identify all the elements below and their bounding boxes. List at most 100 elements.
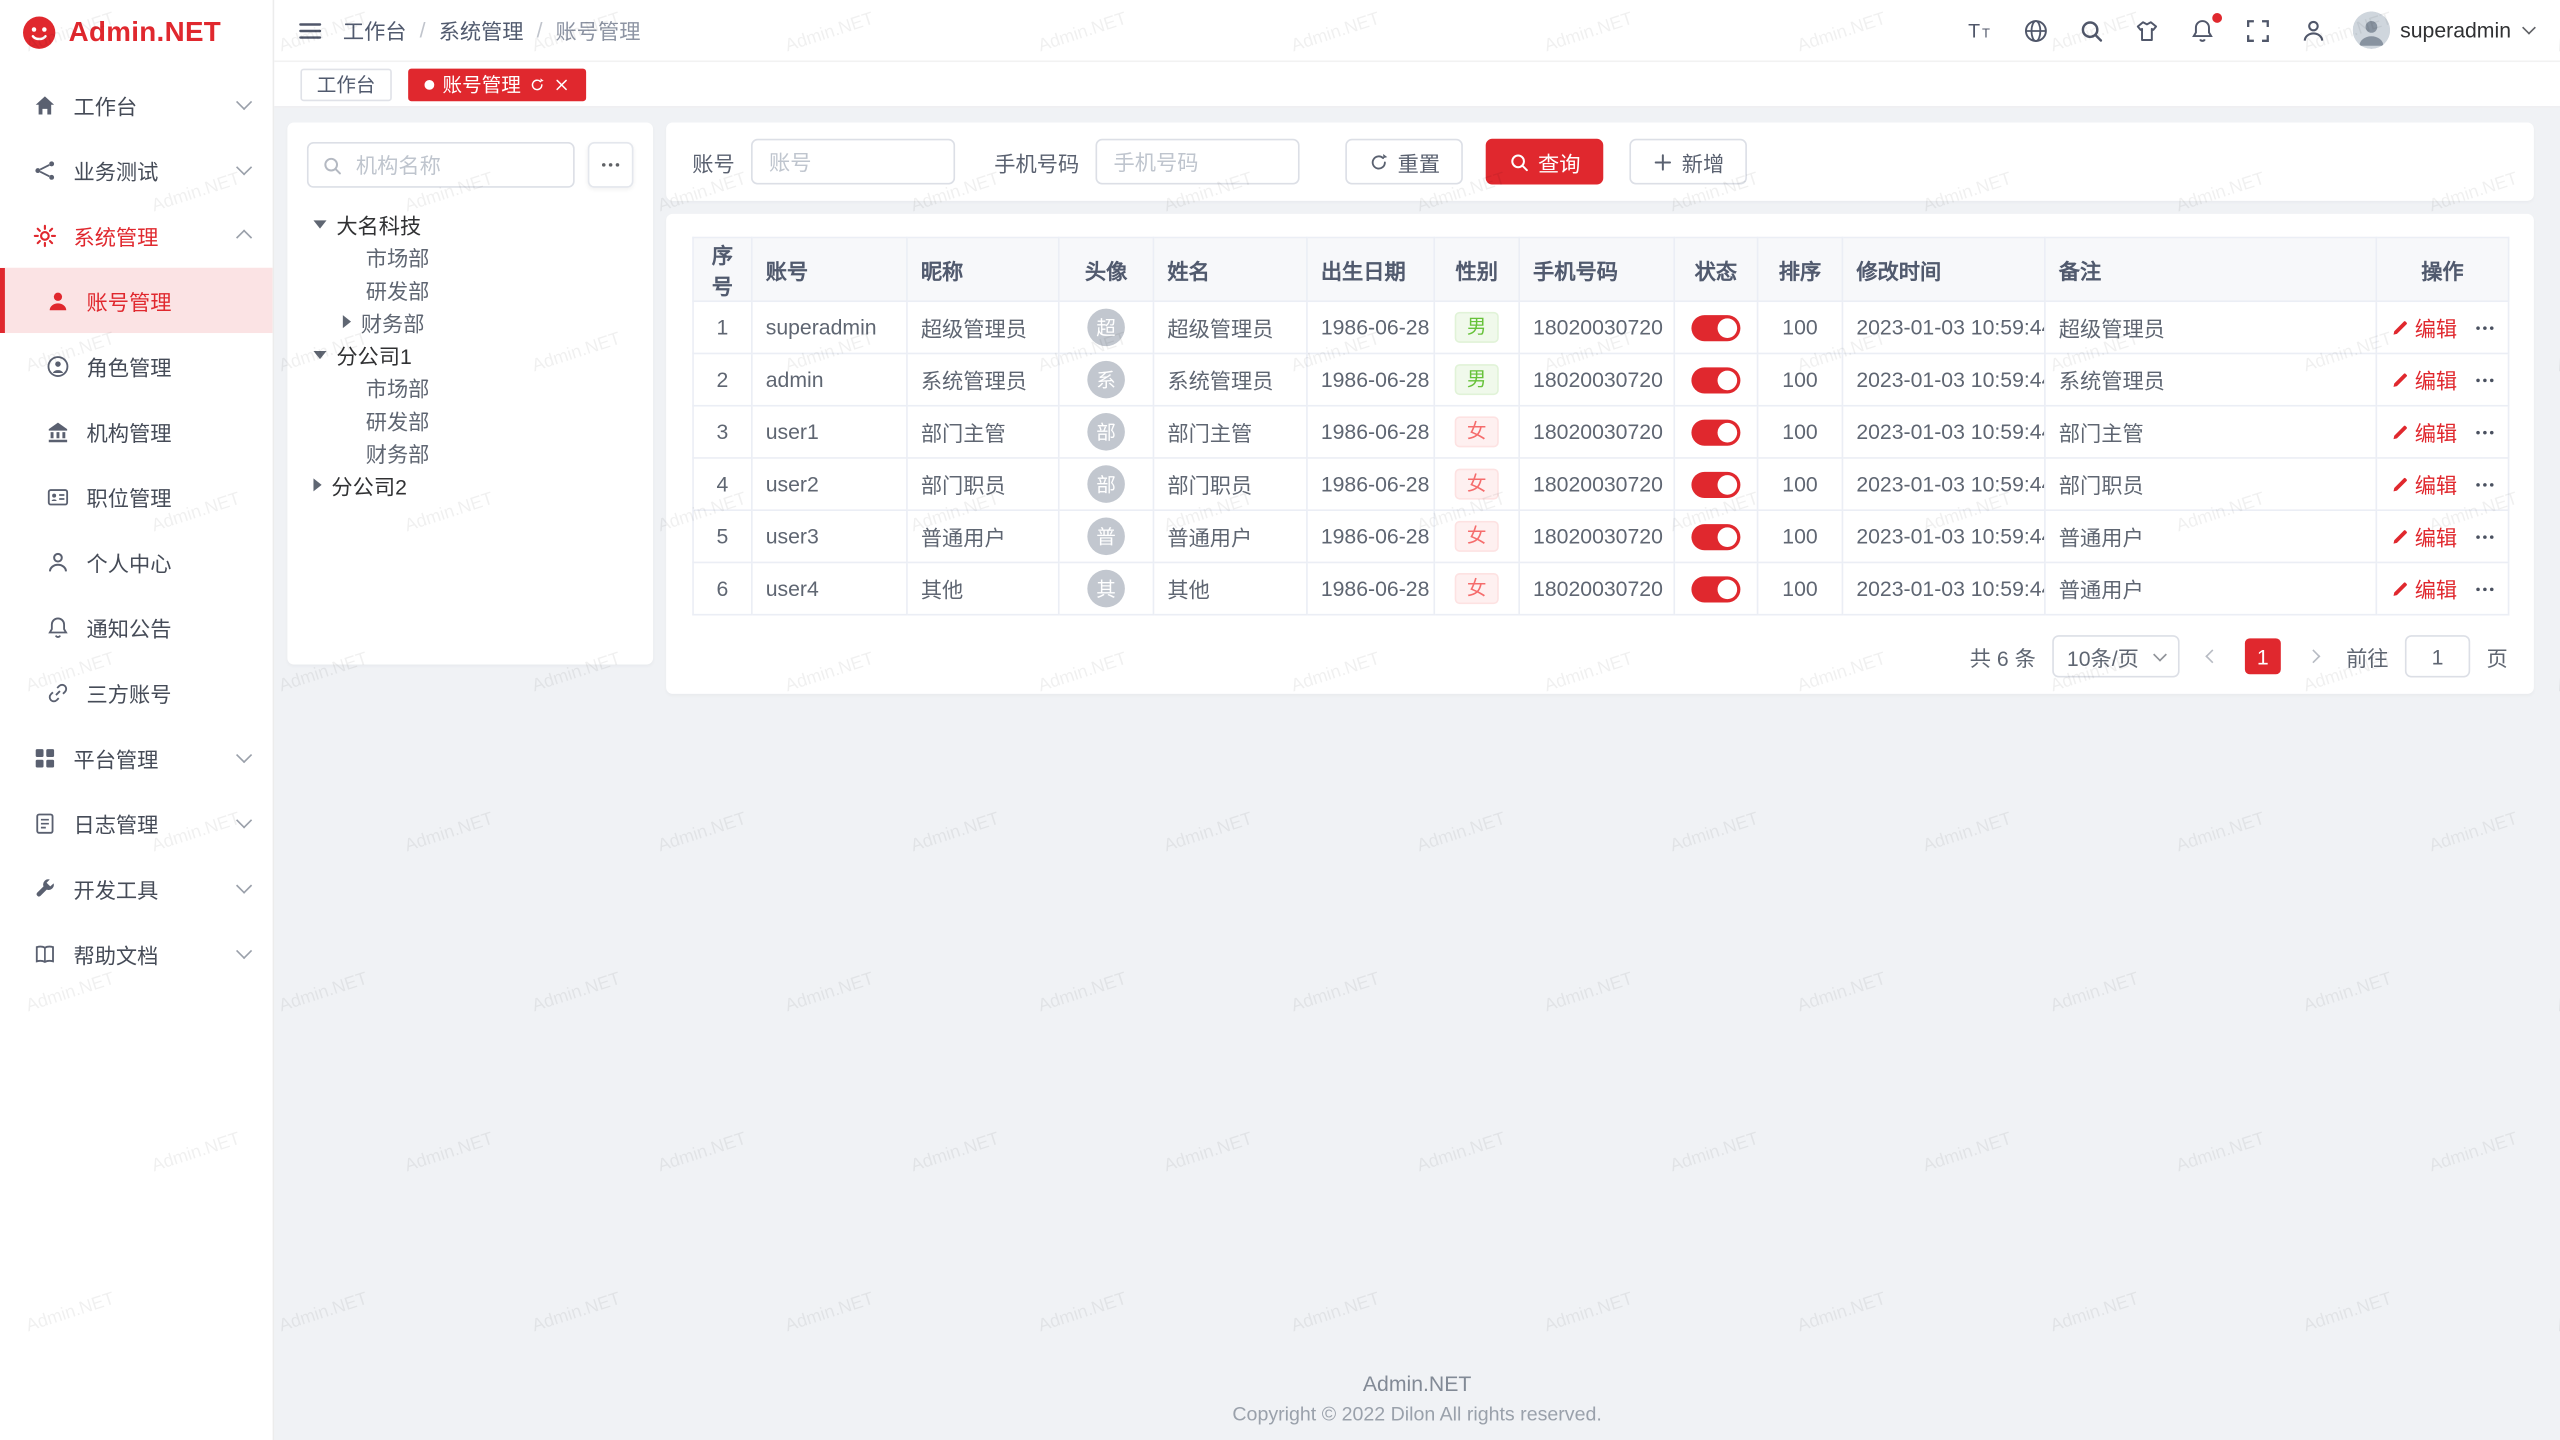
tree-caret-icon[interactable] xyxy=(313,350,326,358)
edit-button[interactable]: 编辑 xyxy=(2390,469,2457,500)
org-panel: 大名科技市场部研发部财务部分公司1市场部研发部财务部分公司2 xyxy=(287,122,653,664)
tree-node-label: 财务部 xyxy=(366,437,430,468)
sidebar-item-help-docs[interactable]: 帮助文档 xyxy=(0,921,273,986)
edit-button[interactable]: 编辑 xyxy=(2390,364,2457,395)
tree-node[interactable]: 市场部 xyxy=(307,371,634,404)
cell-birth: 1986-06-28 xyxy=(1307,406,1434,458)
cell-no: 4 xyxy=(693,458,752,510)
sidebar-item-business-test[interactable]: 业务测试 xyxy=(0,137,273,202)
tab-account-management[interactable]: 账号管理 xyxy=(408,68,586,101)
user-menu[interactable]: superadmin xyxy=(2353,11,2534,49)
tree-node[interactable]: 研发部 xyxy=(307,403,634,436)
page-size-select[interactable]: 10条/页 xyxy=(2052,635,2179,677)
row-more-icon[interactable] xyxy=(2473,368,2496,391)
tree-node[interactable]: 市场部 xyxy=(307,240,634,273)
notice-icon xyxy=(46,615,70,639)
cell-no: 5 xyxy=(693,510,752,562)
refresh-icon[interactable] xyxy=(529,76,545,92)
org-more-button[interactable] xyxy=(588,142,634,188)
search-icon xyxy=(1509,151,1530,172)
tree-node[interactable]: 大名科技 xyxy=(307,207,634,240)
org-search-input[interactable] xyxy=(353,151,560,179)
breadcrumb-item[interactable]: 工作台 xyxy=(343,15,407,46)
cell-remark: 超级管理员 xyxy=(2045,301,2376,353)
status-toggle[interactable] xyxy=(1691,315,1740,341)
org-search-box xyxy=(307,142,575,188)
page-button-1[interactable]: 1 xyxy=(2245,638,2281,674)
sidebar-item-account-management[interactable]: 账号管理 xyxy=(0,268,273,333)
sidebar-item-third-party-account[interactable]: 三方账号 xyxy=(0,660,273,725)
edit-button[interactable]: 编辑 xyxy=(2390,416,2457,447)
cell-status xyxy=(1674,406,1757,458)
tree-node[interactable]: 财务部 xyxy=(307,436,634,469)
close-icon[interactable] xyxy=(554,76,570,92)
gender-badge: 女 xyxy=(1455,573,1497,604)
tree-node[interactable]: 分公司1 xyxy=(307,338,634,371)
cell-order: 100 xyxy=(1758,301,1843,353)
sidebar-item-notice-announcement[interactable]: 通知公告 xyxy=(0,594,273,659)
cell-remark: 普通用户 xyxy=(2045,562,2376,614)
user-icon[interactable] xyxy=(2301,17,2327,43)
row-more-icon[interactable] xyxy=(2473,525,2496,548)
cell-no: 2 xyxy=(693,353,752,405)
tree-node[interactable]: 分公司2 xyxy=(307,469,634,502)
pagination: 共 6 条 10条/页 1 前往 页 xyxy=(692,635,2508,677)
cell-account: admin xyxy=(752,353,907,405)
prev-page-button[interactable] xyxy=(2196,638,2229,674)
breadcrumb-item[interactable]: 系统管理 xyxy=(439,15,524,46)
breadcrumb-separator: / xyxy=(420,18,426,42)
next-page-button[interactable] xyxy=(2297,638,2330,674)
goto-page-input[interactable] xyxy=(2405,635,2470,677)
status-toggle[interactable] xyxy=(1691,367,1740,393)
sidebar-item-role-management[interactable]: 角色管理 xyxy=(0,333,273,398)
font-size-icon[interactable]: TT xyxy=(1967,17,1993,43)
status-toggle[interactable] xyxy=(1691,471,1740,497)
sidebar-item-personal-center[interactable]: 个人中心 xyxy=(0,529,273,594)
tree-caret-icon[interactable] xyxy=(313,220,326,228)
tree-caret-icon[interactable] xyxy=(313,478,321,491)
row-more-icon[interactable] xyxy=(2473,316,2496,339)
search-icon[interactable] xyxy=(2078,17,2104,43)
tree-node-label: 大名科技 xyxy=(336,208,421,239)
sidebar-item-platform-management[interactable]: 平台管理 xyxy=(0,725,273,790)
menu-collapse-icon[interactable] xyxy=(297,17,323,43)
column-header: 状态 xyxy=(1674,238,1757,302)
header-icons: TT xyxy=(1967,17,2326,43)
cell-no: 6 xyxy=(693,562,752,614)
app-root: Admin.NETAdmin.NETAdmin.NETAdmin.NETAdmi… xyxy=(0,0,2560,1440)
fullscreen-icon[interactable] xyxy=(2245,17,2271,43)
cell-no: 3 xyxy=(693,406,752,458)
edit-button[interactable]: 编辑 xyxy=(2390,573,2457,604)
row-more-icon[interactable] xyxy=(2473,473,2496,496)
sidebar-item-org-management[interactable]: 机构管理 xyxy=(0,398,273,463)
edit-button[interactable]: 编辑 xyxy=(2390,521,2457,552)
content-column: 账号 手机号码 重置 查询 xyxy=(666,122,2534,693)
cell-order: 100 xyxy=(1758,406,1843,458)
cell-avatar: 系 xyxy=(1059,353,1154,405)
cell-name: 系统管理员 xyxy=(1153,353,1306,405)
edit-button[interactable]: 编辑 xyxy=(2390,312,2457,343)
sidebar-item-log-management[interactable]: 日志管理 xyxy=(0,790,273,855)
reset-button[interactable]: 重置 xyxy=(1345,139,1463,185)
row-more-icon[interactable] xyxy=(2473,420,2496,443)
tree-node[interactable]: 研发部 xyxy=(307,273,634,306)
account-input[interactable] xyxy=(751,139,955,185)
bell-icon[interactable] xyxy=(2189,17,2215,43)
locale-icon[interactable] xyxy=(2023,17,2049,43)
sidebar-item-dev-tools[interactable]: 开发工具 xyxy=(0,856,273,921)
search-button[interactable]: 查询 xyxy=(1486,139,1604,185)
cell-birth: 1986-06-28 xyxy=(1307,458,1434,510)
status-toggle[interactable] xyxy=(1691,576,1740,602)
theme-icon[interactable] xyxy=(2134,17,2160,43)
status-toggle[interactable] xyxy=(1691,524,1740,550)
add-button[interactable]: 新增 xyxy=(1629,139,1747,185)
phone-input[interactable] xyxy=(1096,139,1300,185)
status-toggle[interactable] xyxy=(1691,419,1740,445)
sidebar-item-system-management[interactable]: 系统管理 xyxy=(0,202,273,267)
sidebar-item-position-management[interactable]: 职位管理 xyxy=(0,464,273,529)
tab-workbench[interactable]: 工作台 xyxy=(300,68,391,101)
tree-caret-icon[interactable] xyxy=(343,315,351,328)
row-more-icon[interactable] xyxy=(2473,577,2496,600)
tree-node[interactable]: 财务部 xyxy=(307,305,634,338)
sidebar-item-workbench[interactable]: 工作台 xyxy=(0,72,273,137)
